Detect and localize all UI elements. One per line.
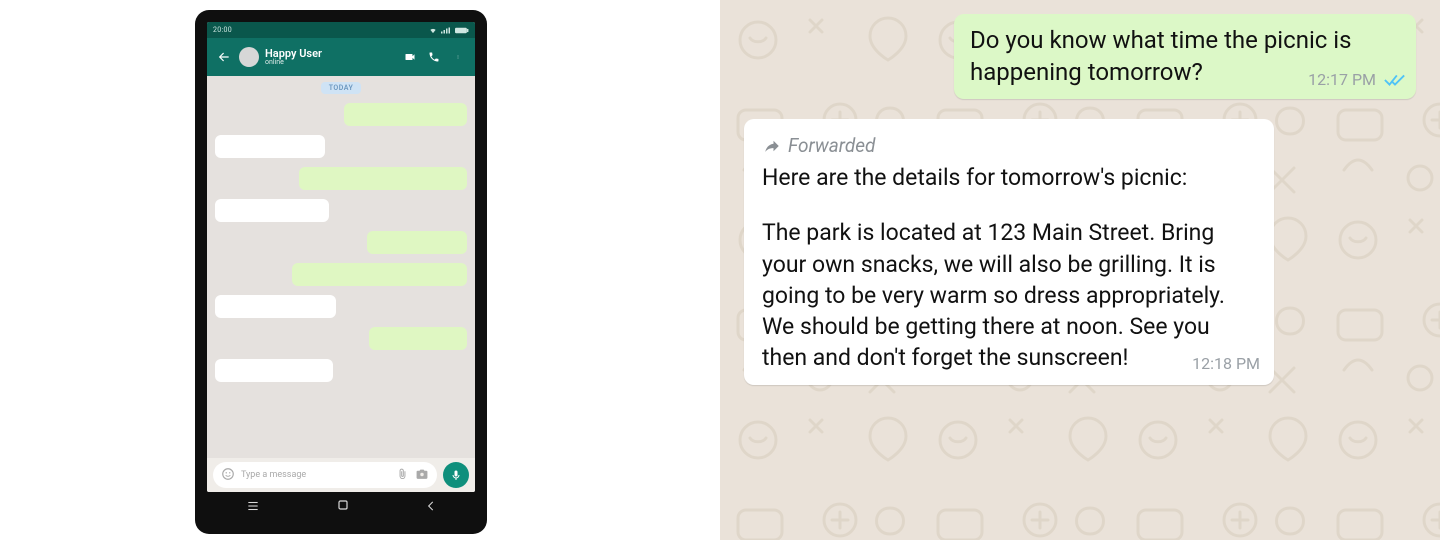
incoming-bubble[interactable] <box>215 199 329 222</box>
contact-header[interactable]: Happy User online <box>265 48 395 66</box>
more-icon[interactable] <box>449 50 467 64</box>
nav-back-icon[interactable] <box>424 498 438 517</box>
android-navbar <box>207 492 475 522</box>
status-icons <box>429 27 469 34</box>
back-icon[interactable] <box>215 50 233 64</box>
message-placeholder: Type a message <box>241 470 390 480</box>
chat-zoom-panel: Do you know what time the picnic is happ… <box>720 0 1440 540</box>
outgoing-message[interactable]: Do you know what time the picnic is happ… <box>954 14 1416 99</box>
status-clock: 20:00 <box>213 26 232 34</box>
outgoing-bubble[interactable] <box>369 327 467 350</box>
chat-appbar: Happy User online <box>207 38 475 76</box>
attach-icon[interactable] <box>396 466 409 485</box>
incoming-message[interactable]: Forwarded Here are the details for tomor… <box>744 119 1274 385</box>
incoming-bubble[interactable] <box>215 295 336 318</box>
forwarded-label: Forwarded <box>762 133 1256 159</box>
outgoing-message-text: Do you know what time the picnic is happ… <box>970 26 1352 86</box>
mic-button[interactable] <box>443 462 469 488</box>
outgoing-bubble[interactable] <box>367 231 467 254</box>
nav-home-icon[interactable] <box>335 497 351 517</box>
message-input[interactable]: Type a message <box>213 462 437 488</box>
incoming-bubble[interactable] <box>215 359 333 382</box>
emoji-icon[interactable] <box>221 466 235 485</box>
date-pill: TODAY <box>321 82 362 94</box>
phone-screen: 20:00 Happy User online <box>207 22 475 492</box>
incoming-message-time: 12:18 PM <box>1192 353 1260 375</box>
read-receipt-icon <box>1384 73 1406 87</box>
wifi-icon <box>429 27 437 34</box>
nav-menu-icon[interactable] <box>244 498 262 517</box>
incoming-message-body: The park is located at 123 Main Street. … <box>762 217 1256 372</box>
battery-icon <box>455 27 469 34</box>
outgoing-bubble[interactable] <box>299 167 467 190</box>
phone-frame: 20:00 Happy User online <box>195 10 487 534</box>
incoming-bubble[interactable] <box>215 135 325 158</box>
camera-icon[interactable] <box>415 466 429 485</box>
contact-presence: online <box>265 59 395 66</box>
incoming-message-lead: Here are the details for tomorrow's picn… <box>762 162 1256 193</box>
outgoing-bubble[interactable] <box>344 103 467 126</box>
contact-name: Happy User <box>265 48 395 59</box>
outgoing-message-time: 12:17 PM <box>1308 69 1376 91</box>
composer: Type a message <box>207 458 475 492</box>
outgoing-bubble[interactable] <box>292 263 467 286</box>
status-bar: 20:00 <box>207 22 475 38</box>
cell-signal-icon <box>441 27 451 34</box>
avatar[interactable] <box>239 47 259 67</box>
video-call-icon[interactable] <box>401 51 419 63</box>
forwarded-label-text: Forwarded <box>788 133 875 159</box>
chat-body[interactable]: TODAY <box>207 76 475 458</box>
voice-call-icon[interactable] <box>425 51 443 63</box>
